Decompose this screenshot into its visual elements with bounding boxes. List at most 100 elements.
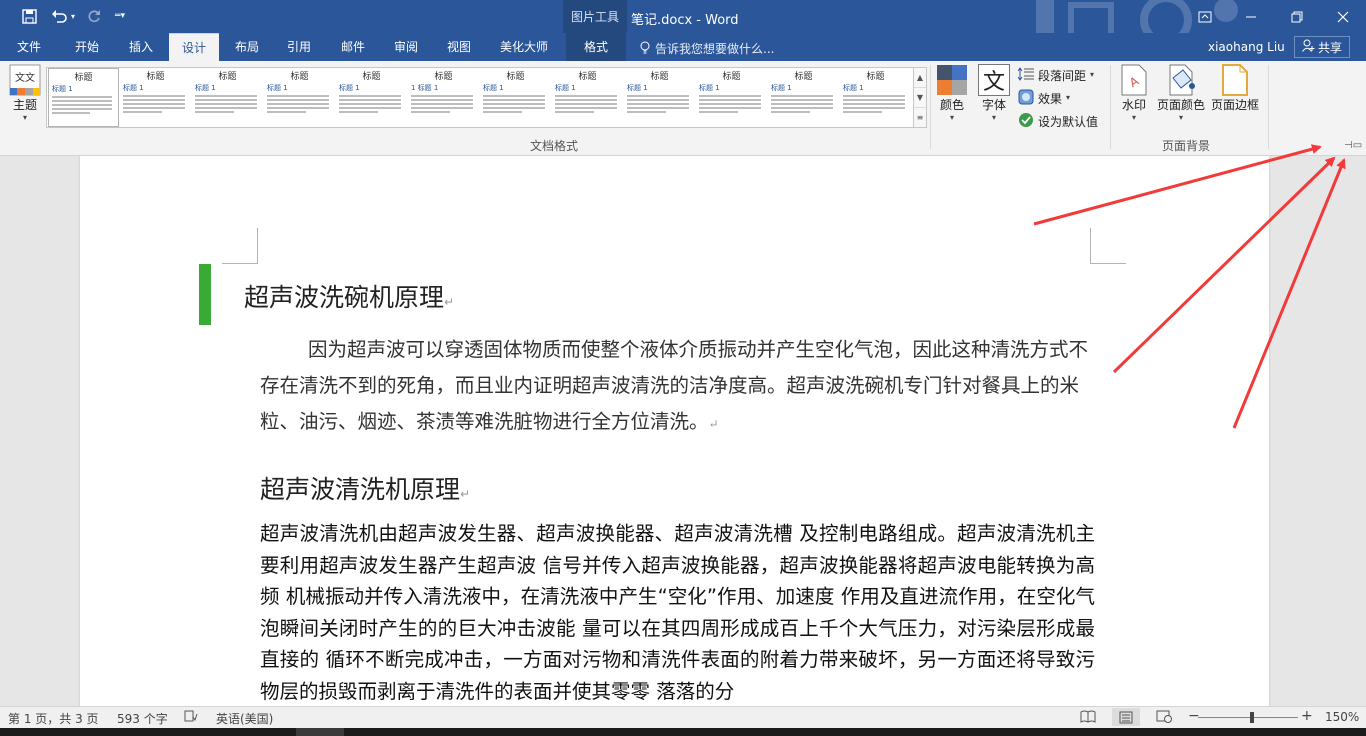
page-borders-button[interactable]: 页面边框	[1208, 64, 1262, 113]
heading-1[interactable]: 超声波洗碗机原理↵	[244, 278, 454, 314]
style-set-thumbnail[interactable]: 标题 标题 1	[624, 68, 695, 127]
save-icon[interactable]	[18, 5, 40, 27]
style-set-text-line	[699, 95, 761, 97]
zoom-in-button[interactable]: +	[1301, 708, 1313, 724]
style-set-text-line	[411, 99, 473, 101]
group-label-document-format: 文档格式	[530, 139, 579, 153]
page-color-button[interactable]: 页面颜色 ▾	[1154, 64, 1208, 123]
tab-references[interactable]: 引用	[274, 33, 324, 61]
style-set-thumbnail[interactable]: 标题 标题 1	[768, 68, 839, 127]
themes-button[interactable]: 文文 主题 ▾	[6, 64, 44, 123]
close-icon[interactable]	[1320, 0, 1366, 33]
set-as-default-button[interactable]: 设为默认值	[1018, 111, 1098, 131]
style-set-text-line	[195, 95, 257, 97]
style-set-thumbnail[interactable]: 标题 标题 1	[264, 68, 335, 127]
minimize-icon[interactable]	[1228, 0, 1274, 33]
read-mode-icon[interactable]	[1080, 710, 1096, 726]
ribbon-display-icon[interactable]	[1182, 0, 1228, 33]
colors-button[interactable]: 颜色 ▾	[934, 64, 970, 123]
user-name[interactable]: xiaohang Liu	[1208, 40, 1285, 54]
style-set-thumbnail[interactable]: 标题 标题 1	[552, 68, 623, 127]
style-set-thumbnail[interactable]: 标题 标题 1	[120, 68, 191, 127]
style-set-title: 标题	[146, 72, 165, 82]
document-area: 超声波洗碗机原理↵ 因为超声波可以穿透固体物质而使整个液体介质振动并产生空化气泡…	[0, 156, 1366, 706]
style-set-text-line	[483, 99, 545, 101]
style-set-heading: 标题 1	[123, 84, 144, 92]
customize-qat-icon[interactable]: ═▾	[112, 5, 128, 27]
style-set-title: 标题	[74, 73, 93, 83]
undo-dropdown-icon[interactable]: ▾	[68, 5, 78, 27]
style-set-text-line	[771, 111, 810, 113]
fonts-button[interactable]: 文 字体 ▾	[976, 64, 1012, 123]
style-set-text-line	[123, 103, 185, 105]
zoom-level[interactable]: 150%	[1325, 710, 1359, 724]
share-button[interactable]: 共享	[1294, 36, 1350, 58]
style-set-text-line	[411, 107, 473, 109]
watermark-button[interactable]: A 水印 ▾	[1114, 64, 1154, 123]
style-set-text-line	[195, 103, 257, 105]
page-borders-label: 页面边框	[1210, 98, 1259, 112]
tab-file[interactable]: 文件	[4, 33, 54, 61]
pin-ribbon-icon[interactable]: ⊣▭	[1344, 140, 1362, 151]
document-page[interactable]: 超声波洗碗机原理↵ 因为超声波可以穿透固体物质而使整个液体介质振动并产生空化气泡…	[80, 156, 1269, 706]
style-set-thumbnail[interactable]: 标题 1 标题 1	[408, 68, 479, 127]
paragraph-spacing-button[interactable]: 段落间距 ▾	[1017, 65, 1094, 85]
tab-layout[interactable]: 布局	[222, 33, 272, 61]
gallery-up-icon[interactable]: ▲	[914, 68, 926, 88]
tab-view[interactable]: 视图	[434, 33, 484, 61]
word-count[interactable]: 593 个字	[117, 710, 168, 727]
paragraph-2[interactable]: 超声波清洗机由超声波发生器、超声波换能器、超声波清洗槽 及控制电路组成。超声波清…	[260, 518, 1095, 706]
checkmark-icon	[1018, 112, 1034, 131]
tab-mailings[interactable]: 邮件	[328, 33, 378, 61]
style-set-title: 标题	[650, 72, 669, 82]
style-set-text-line	[699, 99, 761, 101]
zoom-slider-thumb[interactable]	[1250, 712, 1254, 723]
effects-label: 效果	[1038, 91, 1063, 106]
effects-button[interactable]: 效果 ▾	[1018, 88, 1070, 108]
status-bar: 第 1 页，共 3 页 593 个字 英语(美国) − + 150%	[0, 706, 1366, 728]
style-set-thumbnail[interactable]: 标题 标题 1	[696, 68, 767, 127]
print-layout-icon[interactable]	[1112, 708, 1140, 726]
style-set-text-line	[555, 103, 617, 105]
tell-me-search[interactable]: 告诉我您想要做什么...	[640, 40, 774, 57]
style-set-text-line	[699, 107, 761, 109]
restore-icon[interactable]	[1274, 0, 1320, 33]
style-set-text-line	[411, 95, 473, 97]
tab-design[interactable]: 设计	[169, 33, 219, 61]
style-set-text-line	[771, 107, 833, 109]
style-set-thumbnail[interactable]: 标题 标题 1	[192, 68, 263, 127]
undo-icon[interactable]	[48, 5, 70, 27]
gallery-scroll[interactable]: ▲ ▼ ≡	[913, 67, 927, 128]
share-person-icon	[1302, 39, 1315, 55]
style-set-text-line	[699, 111, 738, 113]
redo-icon[interactable]	[84, 5, 104, 27]
page-count[interactable]: 第 1 页，共 3 页	[8, 710, 99, 727]
gallery-more-icon[interactable]: ≡	[914, 108, 926, 127]
style-set-thumbnail[interactable]: 标题 标题 1	[336, 68, 407, 127]
document-format-gallery: 标题 标题 1 标题 标题 1 标题 标题 1 标题 标题 1 标题 标题 1 标题 1 标题 1 标题…	[46, 67, 914, 128]
effects-icon	[1018, 89, 1034, 108]
page-color-label: 页面颜色	[1156, 98, 1205, 112]
style-set-thumbnail[interactable]: 标题 标题 1	[840, 68, 911, 127]
zoom-out-button[interactable]: −	[1188, 708, 1200, 724]
ribbon-separator	[1268, 65, 1269, 149]
heading-2[interactable]: 超声波清洗机原理↵	[260, 470, 470, 506]
style-set-thumbnail[interactable]: 标题 标题 1	[480, 68, 551, 127]
style-set-text-line	[483, 95, 545, 97]
paragraph-1[interactable]: 因为超声波可以穿透固体物质而使整个液体介质振动并产生空化气泡，因此这种清洗方式不…	[260, 332, 1090, 442]
tab-format[interactable]: 格式	[570, 33, 622, 61]
tab-review[interactable]: 审阅	[381, 33, 431, 61]
style-set-thumbnail[interactable]: 标题 标题 1	[48, 68, 119, 127]
style-set-text-line	[555, 95, 617, 97]
gallery-down-icon[interactable]: ▼	[914, 88, 926, 108]
web-layout-icon[interactable]	[1156, 710, 1172, 726]
ribbon-design: 文文 主题 ▾ 标题 标题 1 标题 标题 1 标题 标题 1 标题 标题 1 标题 标题 1 标题…	[0, 61, 1366, 156]
proofing-icon[interactable]	[184, 710, 198, 725]
taskbar-active-item[interactable]	[296, 728, 344, 736]
tab-beautify-master[interactable]: 美化大师	[492, 33, 556, 61]
zoom-slider-track[interactable]	[1198, 717, 1298, 718]
tab-insert[interactable]: 插入	[116, 33, 166, 61]
tab-home[interactable]: 开始	[62, 33, 112, 61]
style-set-text-line	[555, 111, 594, 113]
language[interactable]: 英语(美国)	[216, 710, 273, 727]
